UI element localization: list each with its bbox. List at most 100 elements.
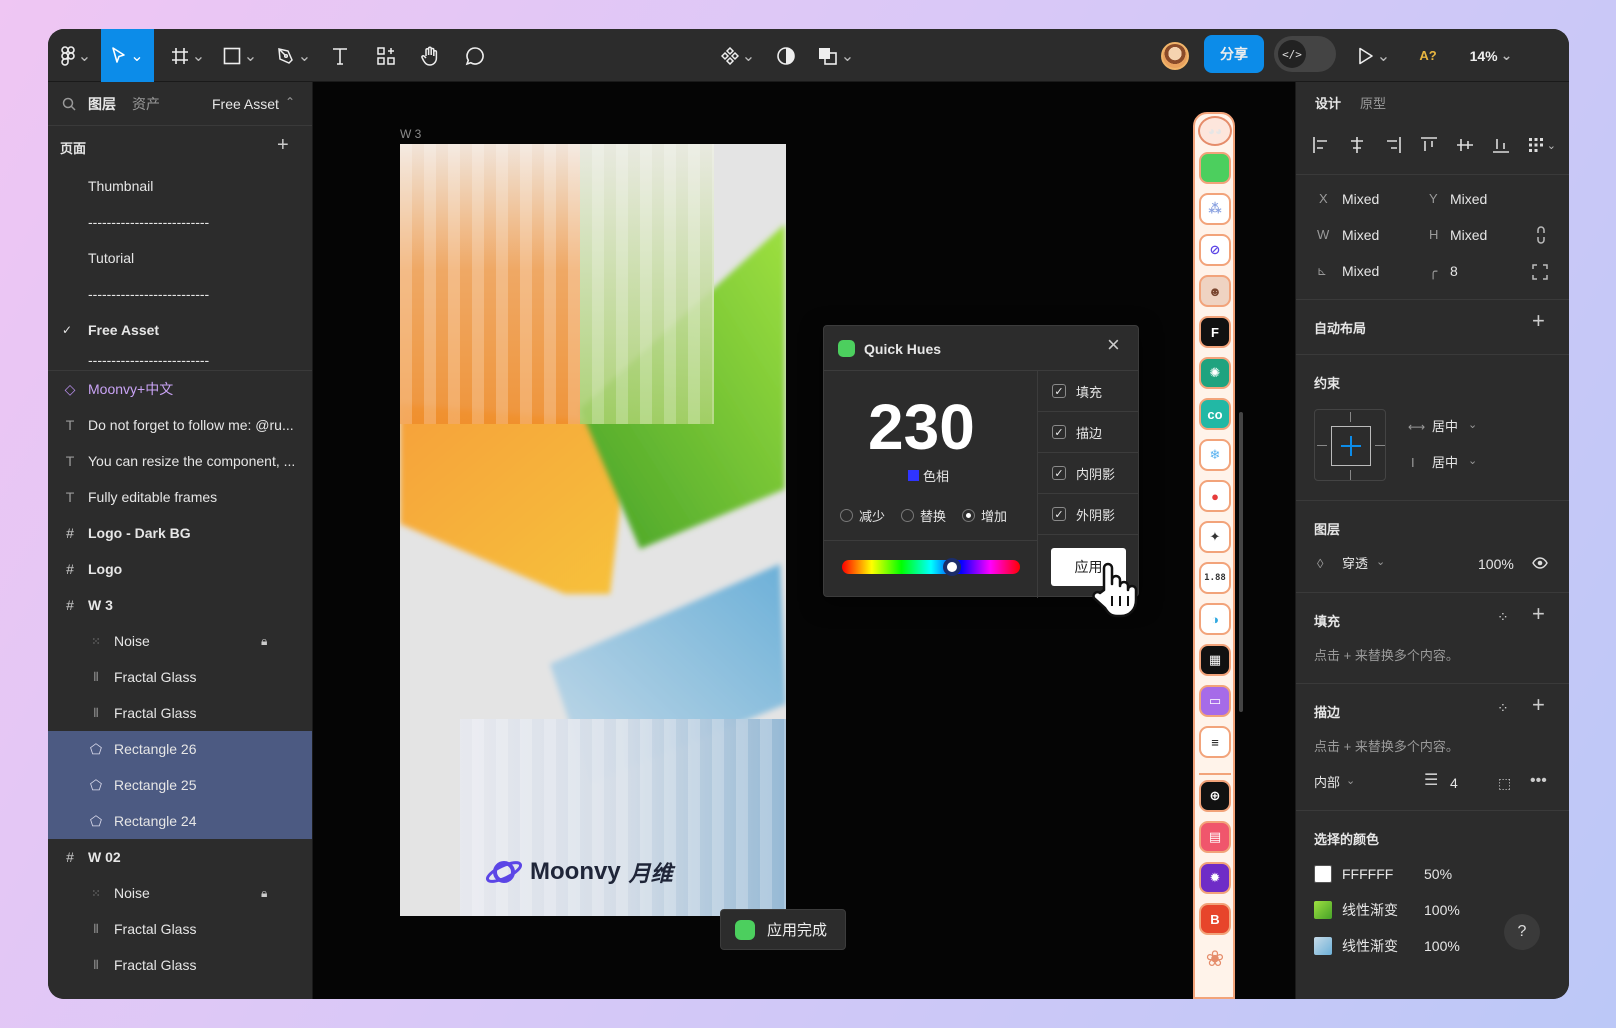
w-field[interactable]: Mixed (1342, 226, 1379, 244)
page-item[interactable]: Thumbnail (48, 168, 312, 204)
add-fill-icon[interactable]: + (1532, 603, 1545, 625)
hue-slider-thumb[interactable] (943, 558, 962, 576)
x-field[interactable]: Mixed (1342, 190, 1379, 208)
close-icon[interactable]: × (1107, 334, 1120, 356)
layer-row[interactable]: ⁙ Noise 🔒︎ (48, 623, 312, 659)
present-button[interactable]: ⌄ (1354, 29, 1394, 82)
text-tool-button[interactable] (326, 29, 354, 82)
constraints-widget[interactable] (1314, 409, 1386, 481)
text-align-app-icon[interactable]: ≡ (1199, 726, 1231, 758)
check-stroke[interactable]: ✓ 描边 (1038, 412, 1139, 453)
horizontal-constraint-select[interactable]: 居中 (1432, 418, 1458, 436)
design-frame-w3[interactable]: Moonvy 月维 (400, 144, 786, 916)
vertical-constraint-select[interactable]: 居中 (1432, 454, 1458, 472)
tab-layers[interactable]: 图层 (88, 95, 116, 113)
color-row[interactable]: 线性渐变 100% (1314, 936, 1460, 956)
download-app-icon[interactable]: ⊕ (1199, 780, 1231, 812)
main-menu-button[interactable]: ⌄ (54, 29, 98, 82)
window-app-icon[interactable]: ▭ (1199, 685, 1231, 717)
radio-decrease[interactable] (840, 509, 853, 522)
check-fill[interactable]: ✓ 填充 (1038, 371, 1139, 412)
stroke-weight-field[interactable]: 4 (1450, 774, 1458, 792)
quick-hues-app-icon[interactable] (1199, 152, 1231, 184)
frame-tool-button[interactable]: ⌄ (166, 29, 210, 82)
layer-row[interactable]: ⫴ Fractal Glass (48, 659, 312, 695)
co-app-icon[interactable]: co (1199, 398, 1231, 430)
align-hcenter-icon[interactable] (1348, 136, 1366, 154)
zoom-menu[interactable]: 14% ⌄ (1464, 29, 1518, 82)
hand-tool-button[interactable] (416, 29, 444, 82)
page-item[interactable]: Tutorial (48, 240, 312, 276)
mask-button[interactable] (768, 29, 804, 82)
framer-app-icon[interactable]: F (1199, 316, 1231, 348)
stroke-sides-icon[interactable]: ⬚ (1498, 774, 1511, 792)
dot-app-icon[interactable]: ● (1199, 480, 1231, 512)
align-right-icon[interactable] (1384, 136, 1402, 154)
canvas[interactable]: W 3 Moonvy 月维 Quick Hues × 230 色相 减少 替换 … (313, 82, 1295, 999)
constrain-proportions-icon[interactable] (1536, 226, 1546, 244)
component-actions-button[interactable]: ⌄ (718, 29, 758, 82)
layer-row[interactable]: T You can resize the component, ... (48, 443, 312, 479)
stroke-position-select[interactable]: 内部 (1314, 774, 1340, 792)
layer-row[interactable]: ⁙ Noise 🔒︎ (48, 875, 312, 911)
layer-row[interactable]: T Fully editable frames (48, 479, 312, 515)
grid-app-icon[interactable]: ▦ (1199, 644, 1231, 676)
version-app-icon[interactable]: 1.88 (1199, 562, 1231, 594)
rotation-field[interactable]: Mixed (1342, 262, 1379, 280)
color-wheel-app-icon[interactable]: ◑ (1199, 603, 1231, 635)
page-item-current[interactable]: ✓ Free Asset (48, 312, 312, 348)
page-item[interactable]: -------------------------- (48, 348, 312, 370)
lock-icon[interactable]: 🔒︎ (261, 886, 267, 901)
user-avatar[interactable] (1160, 29, 1190, 82)
layer-row[interactable]: T Do not forget to follow me: @ru... (48, 407, 312, 443)
layer-row[interactable]: ⫴ Fractal Glass (48, 947, 312, 983)
move-tool-button[interactable]: ⌄ (101, 29, 154, 82)
eye-icon[interactable] (1532, 557, 1548, 569)
styles-icon[interactable]: ⁘ (1497, 608, 1509, 626)
align-top-icon[interactable] (1420, 136, 1438, 154)
tab-assets[interactable]: 资产 (132, 95, 160, 113)
resources-tool-button[interactable] (372, 29, 400, 82)
blend-mode-select[interactable]: 穿透 (1342, 555, 1368, 573)
snowflake-app-icon[interactable]: ❄ (1199, 439, 1231, 471)
distribute-menu[interactable]: ⌄ (1528, 137, 1556, 153)
color-row[interactable]: FFFFFF 50% (1314, 864, 1452, 884)
page-selector[interactable]: Free Asset (212, 95, 279, 113)
y-field[interactable]: Mixed (1450, 190, 1487, 208)
canvas-scrollbar[interactable] (1239, 412, 1243, 712)
radio-replace[interactable] (901, 509, 915, 522)
openai-app-icon[interactable]: ✺ (1199, 357, 1231, 389)
add-autolayout-icon[interactable]: + (1532, 310, 1545, 332)
party-app-icon[interactable]: ✦ (1199, 521, 1231, 553)
shape-tool-button[interactable]: ⌄ (218, 29, 262, 82)
align-bottom-icon[interactable] (1492, 136, 1510, 154)
page-item[interactable]: -------------------------- (48, 204, 312, 240)
help-button[interactable]: ? (1504, 914, 1540, 950)
layer-row[interactable]: ⫴ Fractal Glass (48, 695, 312, 731)
check-inner-shadow[interactable]: ✓ 内阴影 (1038, 453, 1139, 494)
add-stroke-icon[interactable]: + (1532, 694, 1545, 716)
search-icon[interactable] (62, 97, 76, 111)
radio-increase[interactable] (962, 509, 976, 522)
shapes-app-icon[interactable]: ⁂ (1199, 193, 1231, 225)
planet-app-icon[interactable]: ⊘ (1199, 234, 1231, 266)
layer-row[interactable]: ⫴ Fractal Glass (48, 911, 312, 947)
more-options-icon[interactable]: ••• (1530, 772, 1547, 790)
pen-tool-button[interactable]: ⌄ (272, 29, 316, 82)
layer-row[interactable]: ◇ Moonvy+中文 (48, 371, 312, 407)
tab-design[interactable]: 设计 (1315, 95, 1341, 113)
corner-radius-field[interactable]: 8 (1450, 262, 1458, 280)
layer-row-selected[interactable]: ⬠ Rectangle 26 (48, 731, 312, 767)
page-item[interactable]: -------------------------- (48, 276, 312, 312)
layer-row[interactable]: # W 3 (48, 587, 312, 623)
puzzle-app-icon[interactable]: ✹ (1199, 862, 1231, 894)
portrait-app-icon[interactable]: ☻ (1199, 275, 1231, 307)
layer-row-selected[interactable]: ⬠ Rectangle 25 (48, 767, 312, 803)
mascot-icon[interactable]: ◕◕ (1198, 116, 1232, 146)
book-app-icon[interactable]: ▤ (1199, 821, 1231, 853)
independent-corners-icon[interactable] (1532, 264, 1548, 280)
check-drop-shadow[interactable]: ✓ 外阴影 (1038, 494, 1139, 535)
hue-slider[interactable] (842, 558, 1020, 576)
share-button[interactable]: 分享 (1204, 35, 1264, 73)
add-page-icon[interactable]: + (277, 135, 289, 155)
